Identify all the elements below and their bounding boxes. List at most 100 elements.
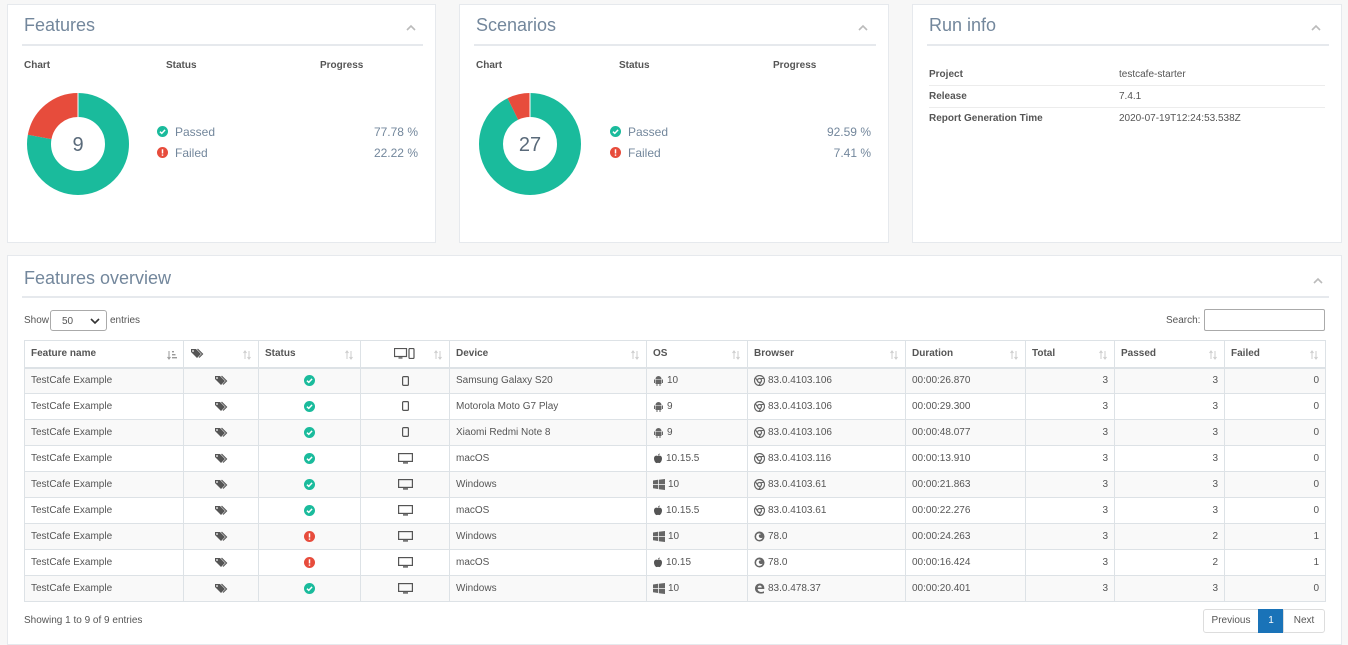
exclamation-circle-icon — [610, 147, 621, 158]
previous-button[interactable]: Previous — [1203, 609, 1259, 633]
next-button[interactable]: Next — [1283, 609, 1325, 633]
table-info: Showing 1 to 9 of 9 entries — [24, 615, 143, 626]
table-row[interactable]: TestCafe Example Windows 10 83.0.478.37 00:0… — [24, 575, 1326, 602]
device-type-cell — [360, 523, 450, 550]
table-row[interactable]: TestCafe Example macOS 10.15.5 83.0.4103.11… — [24, 445, 1326, 472]
header-label: Device — [456, 348, 489, 360]
header-label: Failed — [1231, 348, 1260, 360]
failed-cell: 0 — [1224, 419, 1326, 446]
table-row[interactable]: TestCafe Example Samsung Galaxy S20 10 83.0… — [24, 367, 1326, 394]
tags-cell — [183, 497, 259, 524]
col-head-status: Status — [166, 60, 197, 71]
header-device-type[interactable] — [360, 340, 450, 369]
tags-icon[interactable] — [214, 531, 228, 542]
passed-cell: 2 — [1114, 523, 1225, 550]
duration-cell: 00:00:16.424 — [905, 549, 1026, 576]
browser-version: 78.0 — [768, 556, 788, 568]
table-row[interactable]: TestCafe Example macOS 10.15.5 83.0.4103.61… — [24, 497, 1326, 524]
header-status[interactable]: Status — [258, 340, 361, 369]
browser-cell: 83.0.4103.116 — [747, 445, 906, 472]
feature-name-link[interactable]: TestCafe Example — [24, 471, 184, 498]
tags-icon[interactable] — [214, 583, 228, 594]
feature-name-link[interactable]: TestCafe Example — [24, 523, 184, 550]
run-info-value: testcafe-starter — [1119, 69, 1186, 80]
run-info-value: 7.4.1 — [1119, 91, 1142, 102]
tags-icon[interactable] — [214, 427, 228, 438]
browser-version: 83.0.4103.116 — [768, 452, 832, 464]
desktop-icon — [397, 452, 413, 464]
tags-icon[interactable] — [214, 453, 228, 464]
search-input[interactable] — [1204, 309, 1325, 331]
header-total[interactable]: Total — [1025, 340, 1115, 369]
device-type-cell — [360, 445, 450, 472]
header-failed[interactable]: Failed — [1224, 340, 1326, 369]
header-device[interactable]: Device — [449, 340, 647, 369]
header-feature-name[interactable]: Feature name — [24, 340, 184, 369]
table-row[interactable]: TestCafe Example Xiaomi Redmi Note 8 9 83.0… — [24, 419, 1326, 446]
tags-icon[interactable] — [214, 557, 228, 568]
browser-version: 83.0.4103.106 — [768, 400, 832, 412]
header-browser[interactable]: Browser — [747, 340, 906, 369]
feature-name-link[interactable]: TestCafe Example — [24, 575, 184, 602]
browser-cell: 78.0 — [747, 549, 906, 576]
table-row[interactable]: TestCafe Example Windows 10 78.0 00:00:24.26… — [24, 523, 1326, 550]
device-type-cell — [360, 471, 450, 498]
run-info-key: Release — [929, 91, 967, 102]
chevron-down-icon — [90, 318, 100, 325]
tags-icon[interactable] — [214, 375, 228, 386]
tags-icon[interactable] — [214, 401, 228, 412]
tags-cell — [183, 549, 259, 576]
tags-icon[interactable] — [214, 479, 228, 490]
feature-name-link[interactable]: TestCafe Example — [24, 497, 184, 524]
entries-label: entries — [110, 315, 141, 326]
os-version: 10.15 — [666, 556, 692, 568]
page-1-button[interactable]: 1 — [1258, 609, 1284, 633]
header-tags[interactable] — [183, 340, 259, 369]
entries-select[interactable]: 50 — [50, 310, 107, 331]
os-cell: 10 — [646, 575, 748, 602]
feature-name-link[interactable]: TestCafe Example — [24, 419, 184, 446]
device-type-cell — [360, 575, 450, 602]
feature-name-link[interactable]: TestCafe Example — [24, 445, 184, 472]
feature-name-link[interactable]: TestCafe Example — [24, 367, 184, 394]
desktop-icon — [397, 582, 413, 594]
sort-icon — [1209, 350, 1217, 360]
passed-cell: 3 — [1114, 575, 1225, 602]
check-circle-icon — [610, 126, 621, 137]
legend-passed-pct: 77.78 % — [373, 125, 418, 139]
failed-cell: 0 — [1224, 497, 1326, 524]
tags-cell — [183, 523, 259, 550]
device-cell: Windows — [449, 575, 647, 602]
title-divider — [927, 44, 1329, 46]
chevron-up-icon[interactable] — [858, 23, 868, 33]
entries-select-value: 50 — [62, 316, 74, 327]
chevron-up-icon[interactable] — [406, 23, 416, 33]
header-os[interactable]: OS — [646, 340, 748, 369]
table-row[interactable]: TestCafe Example Windows 10 83.0.4103.61 00:… — [24, 471, 1326, 498]
os-version: 10 — [668, 478, 680, 490]
show-label: Show — [24, 315, 50, 326]
device-type-cell — [360, 549, 450, 576]
duration-cell: 00:00:48.077 — [905, 419, 1026, 446]
tags-cell — [183, 393, 259, 420]
chevron-up-icon[interactable] — [1313, 276, 1323, 286]
os-cell: 10 — [646, 471, 748, 498]
header-duration[interactable]: Duration — [905, 340, 1026, 369]
table-row[interactable]: TestCafe Example Motorola Moto G7 Play 9 83… — [24, 393, 1326, 420]
apple-icon — [654, 505, 662, 515]
tags-icon[interactable] — [214, 505, 228, 516]
feature-name-link[interactable]: TestCafe Example — [24, 549, 184, 576]
header-passed[interactable]: Passed — [1114, 340, 1225, 369]
sort-asc-icon — [167, 351, 177, 360]
overview-title: Features overview — [24, 268, 172, 288]
search-label: Search: — [1166, 315, 1201, 326]
feature-name-link[interactable]: TestCafe Example — [24, 393, 184, 420]
header-label: Duration — [912, 348, 954, 360]
check-circle-icon — [304, 400, 315, 412]
table-row[interactable]: TestCafe Example macOS 10.15 78.0 00:00:16.4… — [24, 549, 1326, 576]
android-icon — [654, 401, 663, 412]
chevron-up-icon[interactable] — [1311, 23, 1321, 33]
desktop-icon — [397, 478, 413, 490]
run-info-key: Report Generation Time — [929, 113, 1043, 124]
browser-cell: 83.0.478.37 — [747, 575, 906, 602]
